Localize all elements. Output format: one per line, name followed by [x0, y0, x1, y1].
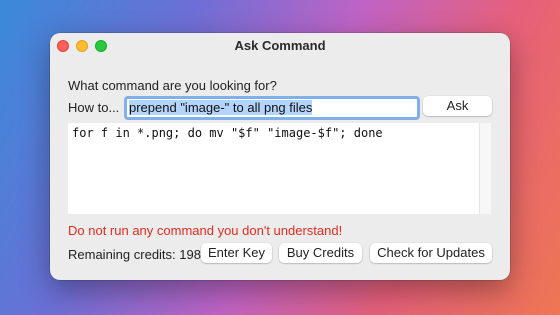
query-input-text: prepend "image-" to all png files: [129, 100, 313, 115]
maximize-icon[interactable]: [95, 40, 107, 52]
check-updates-button[interactable]: Check for Updates: [370, 243, 492, 263]
window-title: Ask Command: [234, 38, 326, 53]
app-window: Ask Command What command are you looking…: [50, 33, 510, 280]
query-input[interactable]: prepend "image-" to all png files: [124, 96, 420, 120]
title-bar[interactable]: Ask Command: [50, 33, 510, 59]
command-output[interactable]: for f in *.png; do mv "$f" "image-$f"; d…: [68, 123, 479, 214]
buy-credits-button[interactable]: Buy Credits: [279, 243, 362, 263]
close-icon[interactable]: [57, 40, 69, 52]
remaining-credits: Remaining credits: 198: [68, 247, 201, 262]
how-to-label: How to...: [68, 100, 120, 115]
warning-text: Do not run any command you don't underst…: [68, 223, 343, 238]
output-scrollbar[interactable]: [479, 123, 491, 214]
enter-key-button[interactable]: Enter Key: [201, 243, 272, 263]
minimize-icon[interactable]: [76, 40, 88, 52]
ask-button[interactable]: Ask: [423, 96, 492, 116]
question-label: What command are you looking for?: [68, 78, 277, 93]
